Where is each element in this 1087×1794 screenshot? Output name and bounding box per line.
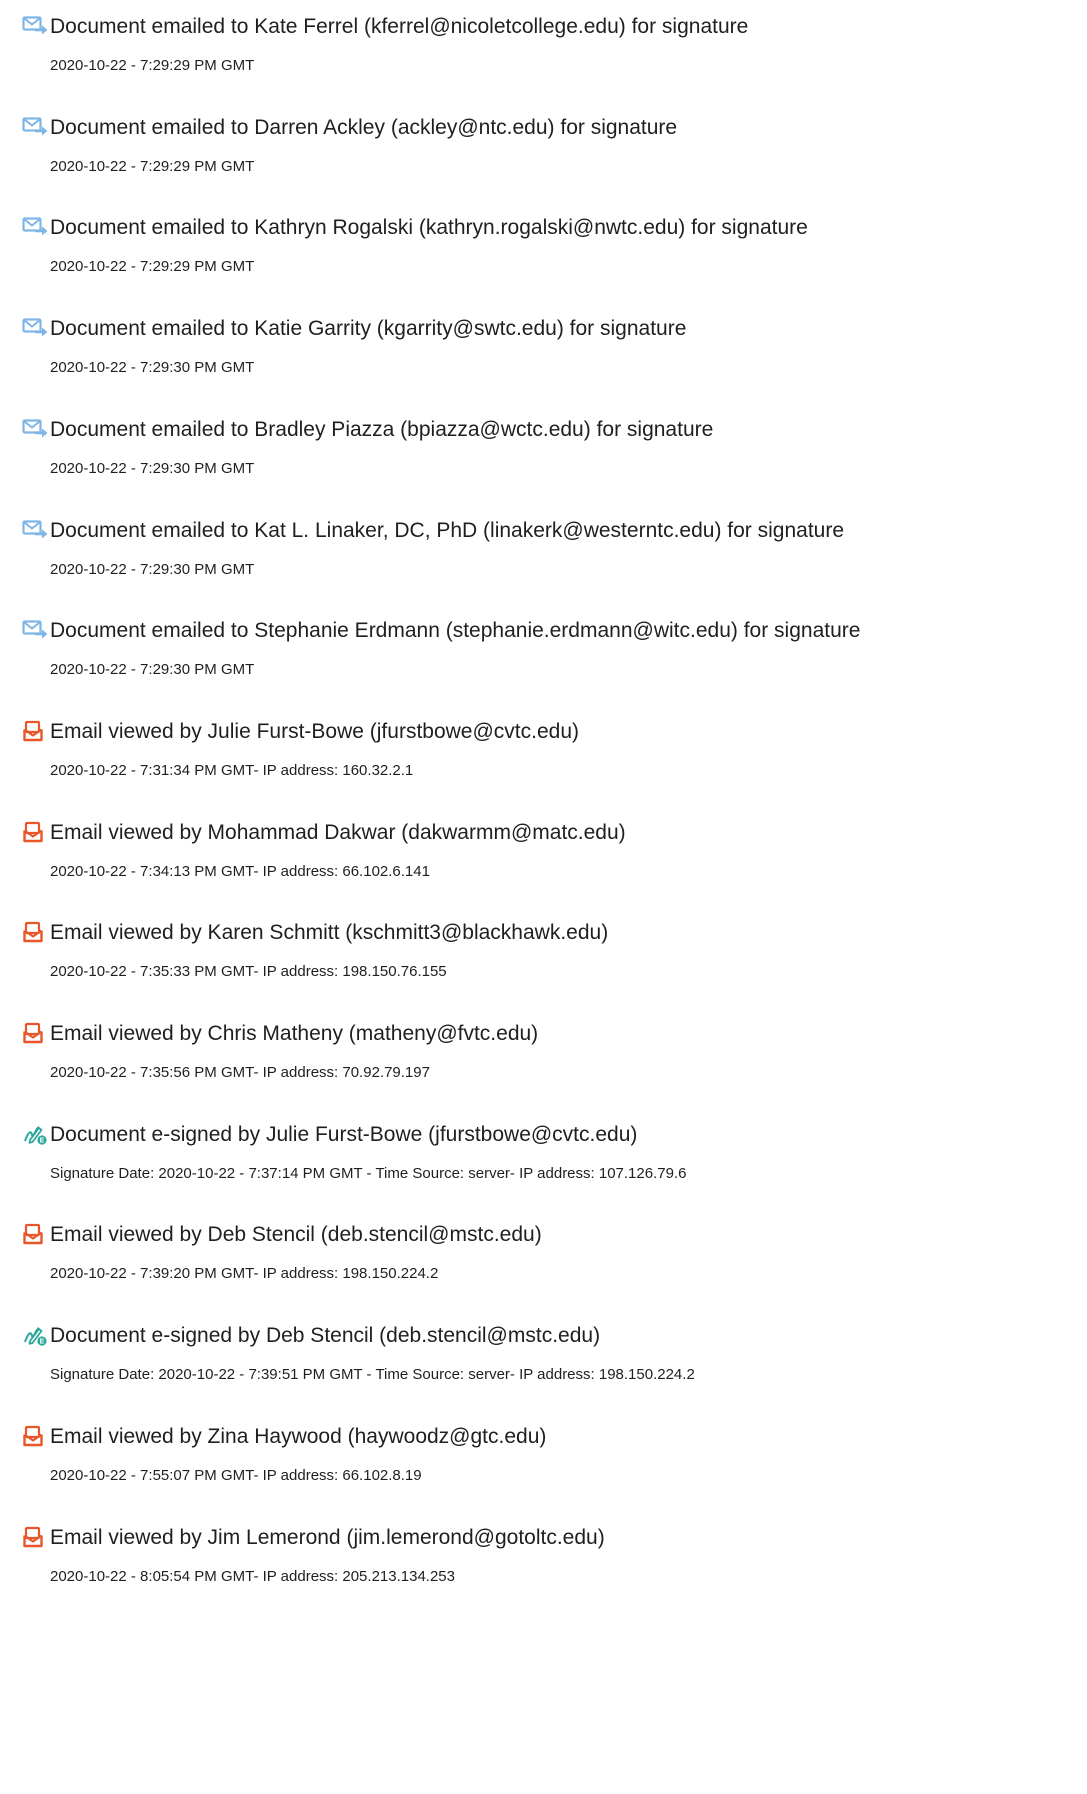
email-sent-icon <box>22 15 48 37</box>
entry-title: Document emailed to Bradley Piazza (bpia… <box>50 418 714 441</box>
svg-text:E: E <box>40 1339 45 1346</box>
entry-title: Document emailed to Kathryn Rogalski (ka… <box>50 216 808 239</box>
log-entry: Document emailed to Darren Ackley (ackle… <box>0 111 1087 211</box>
entry-timestamp: 2020-10-22 - 7:29:30 PM GMT <box>50 359 255 376</box>
entry-title: Email viewed by Julie Furst-Bowe (jfurst… <box>50 720 579 743</box>
entry-title: Email viewed by Jim Lemerond (jim.lemero… <box>50 1526 605 1549</box>
email-viewed-icon <box>22 1022 46 1044</box>
entry-timestamp: 2020-10-22 - 7:55:07 PM GMT- IP address:… <box>50 1467 422 1484</box>
email-viewed-icon <box>22 821 46 843</box>
entry-title: Document e-signed by Julie Furst-Bowe (j… <box>50 1123 638 1146</box>
entry-timestamp: Signature Date: 2020-10-22 - 7:37:14 PM … <box>50 1165 687 1182</box>
entry-timestamp: 2020-10-22 - 7:29:29 PM GMT <box>50 258 255 275</box>
entry-timestamp: 2020-10-22 - 7:35:56 PM GMT- IP address:… <box>50 1064 430 1081</box>
log-entry: Document emailed to Kathryn Rogalski (ka… <box>0 211 1087 311</box>
log-entry: Email viewed by Jim Lemerond (jim.lemero… <box>0 1521 1087 1621</box>
entry-timestamp: 2020-10-22 - 7:29:30 PM GMT <box>50 561 255 578</box>
entry-title: Document emailed to Stephanie Erdmann (s… <box>50 619 861 642</box>
log-entry: Email viewed by Chris Matheny (matheny@f… <box>0 1017 1087 1117</box>
entry-timestamp: 2020-10-22 - 7:35:33 PM GMT- IP address:… <box>50 963 447 980</box>
entry-timestamp: Signature Date: 2020-10-22 - 7:39:51 PM … <box>50 1366 695 1383</box>
entry-timestamp: 2020-10-22 - 8:05:54 PM GMT- IP address:… <box>50 1568 455 1585</box>
entry-title: Document emailed to Kate Ferrel (kferrel… <box>50 15 749 38</box>
email-sent-icon <box>22 216 48 238</box>
entry-title: Document emailed to Kat L. Linaker, DC, … <box>50 519 845 542</box>
entry-title: Email viewed by Mohammad Dakwar (dakwarm… <box>50 821 626 844</box>
entry-title: Email viewed by Deb Stencil (deb.stencil… <box>50 1223 542 1246</box>
entry-title: Document e-signed by Deb Stencil (deb.st… <box>50 1324 601 1347</box>
entry-title: Email viewed by Chris Matheny (matheny@f… <box>50 1022 539 1045</box>
entry-timestamp: 2020-10-22 - 7:34:13 PM GMT- IP address:… <box>50 863 430 880</box>
email-viewed-icon <box>22 720 46 742</box>
email-viewed-icon <box>22 1425 46 1447</box>
log-entry: Document emailed to Stephanie Erdmann (s… <box>0 614 1087 714</box>
log-entry: Email viewed by Zina Haywood (haywoodz@g… <box>0 1420 1087 1520</box>
entry-timestamp: 2020-10-22 - 7:29:29 PM GMT <box>50 158 255 175</box>
entry-title: Document emailed to Katie Garrity (kgarr… <box>50 317 687 340</box>
e-sign-icon: E <box>22 1123 47 1145</box>
entry-title: Document emailed to Darren Ackley (ackle… <box>50 116 678 139</box>
log-entry: Email viewed by Deb Stencil (deb.stencil… <box>0 1218 1087 1318</box>
email-viewed-icon <box>22 921 46 943</box>
e-sign-icon: E <box>22 1324 47 1346</box>
log-entry: E Document e-signed by Julie Furst-Bowe … <box>0 1118 1087 1218</box>
entry-timestamp: 2020-10-22 - 7:29:30 PM GMT <box>50 460 255 477</box>
email-sent-icon <box>22 317 48 339</box>
log-entry: Document emailed to Kat L. Linaker, DC, … <box>0 514 1087 614</box>
entry-timestamp: 2020-10-22 - 7:29:30 PM GMT <box>50 661 255 678</box>
email-sent-icon <box>22 116 48 138</box>
entry-timestamp: 2020-10-22 - 7:31:34 PM GMT- IP address:… <box>50 762 414 779</box>
email-viewed-icon <box>22 1223 46 1245</box>
entry-timestamp: 2020-10-22 - 7:29:29 PM GMT <box>50 57 255 74</box>
log-entry: Document emailed to Bradley Piazza (bpia… <box>0 413 1087 513</box>
email-viewed-icon <box>22 1526 46 1548</box>
svg-text:E: E <box>40 1138 45 1145</box>
log-entry: Email viewed by Mohammad Dakwar (dakwarm… <box>0 816 1087 916</box>
log-entry: Email viewed by Karen Schmitt (kschmitt3… <box>0 916 1087 1016</box>
email-sent-icon <box>22 619 48 641</box>
entry-timestamp: 2020-10-22 - 7:39:20 PM GMT- IP address:… <box>50 1265 439 1282</box>
log-entry: Document emailed to Kate Ferrel (kferrel… <box>0 10 1087 110</box>
entry-title: Email viewed by Zina Haywood (haywoodz@g… <box>50 1425 547 1448</box>
entry-title: Email viewed by Karen Schmitt (kschmitt3… <box>50 921 609 944</box>
email-sent-icon <box>22 418 48 440</box>
log-entry: Email viewed by Julie Furst-Bowe (jfurst… <box>0 715 1087 815</box>
log-entry: E Document e-signed by Deb Stencil (deb.… <box>0 1319 1087 1419</box>
log-entry: Document emailed to Katie Garrity (kgarr… <box>0 312 1087 412</box>
email-sent-icon <box>22 519 48 541</box>
